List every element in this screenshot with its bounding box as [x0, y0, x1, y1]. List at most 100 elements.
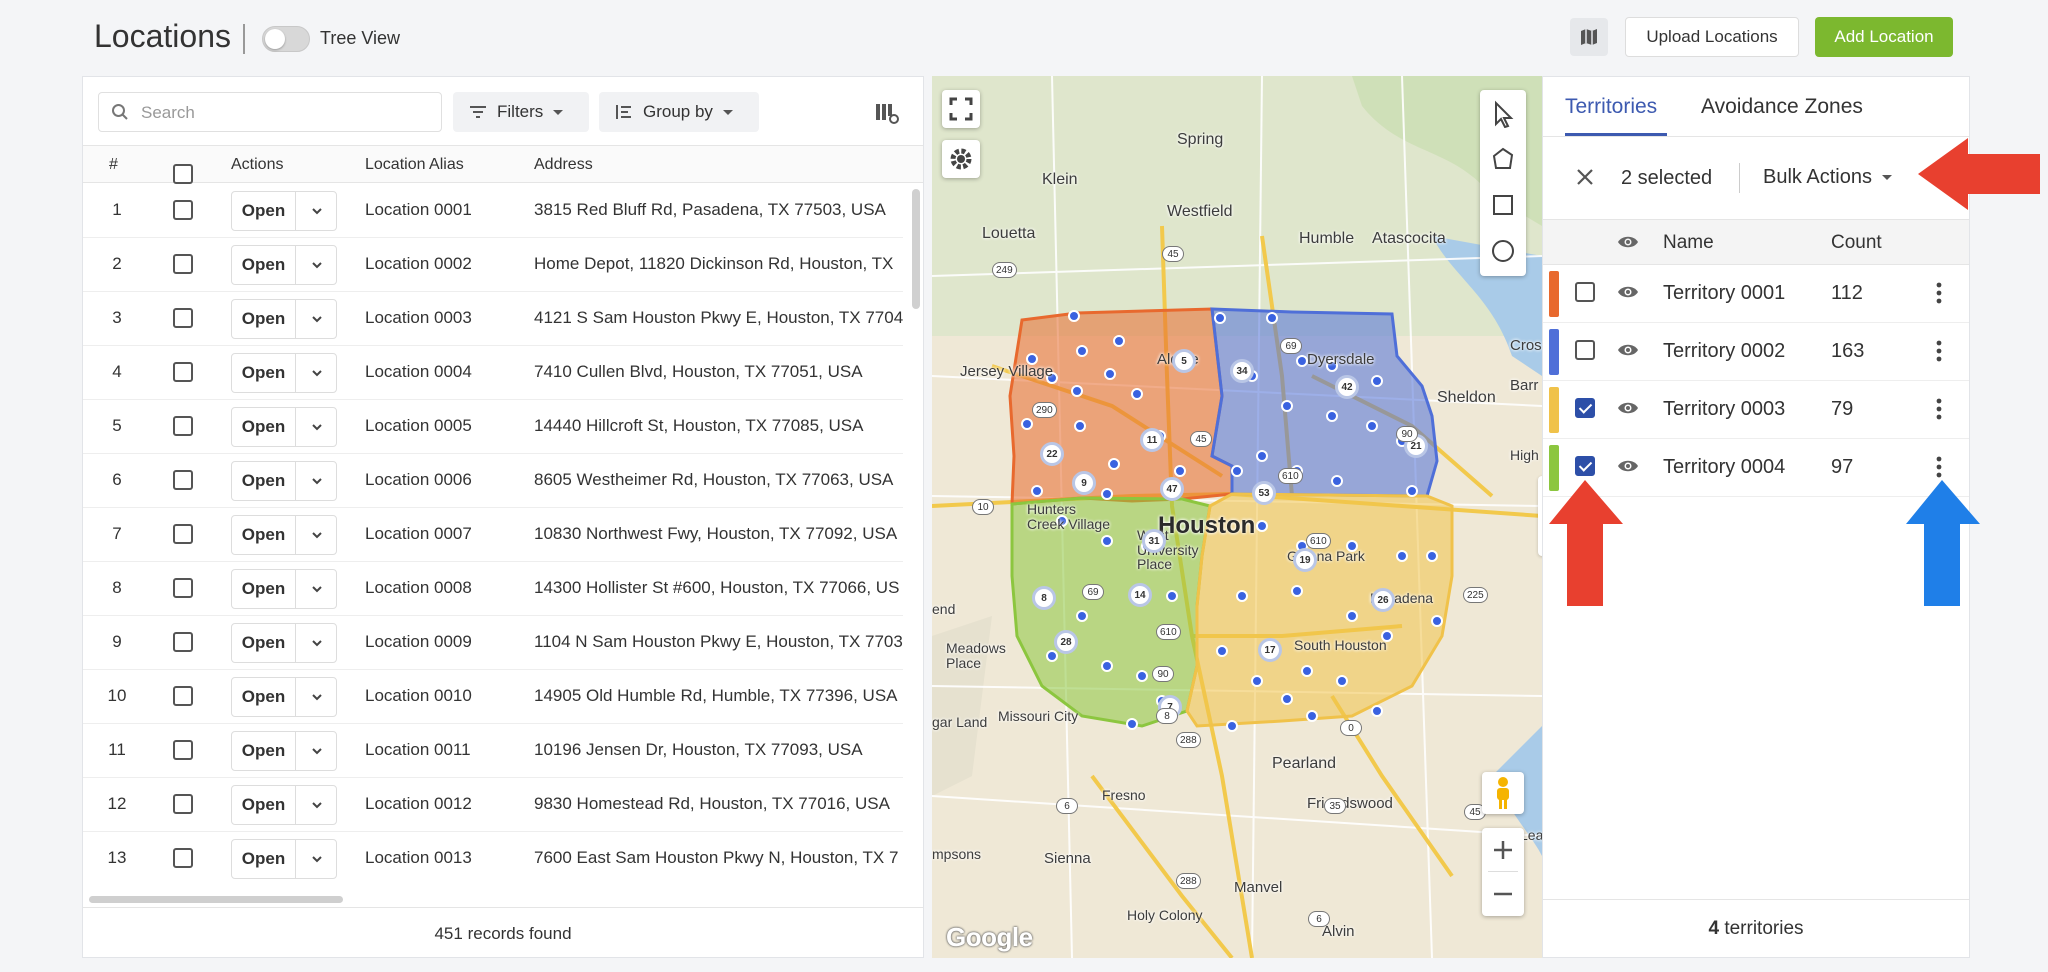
more-options-icon[interactable] [1936, 397, 1942, 421]
open-button[interactable]: Open [232, 786, 296, 824]
open-button[interactable]: Open [232, 570, 296, 608]
cluster-marker[interactable]: 34 [1230, 359, 1254, 383]
vertical-scrollbar[interactable] [912, 189, 920, 309]
group-by-button[interactable]: Group by [599, 92, 759, 132]
fullscreen-button[interactable] [942, 90, 980, 128]
street-view-button[interactable] [1482, 772, 1524, 814]
territory-checkbox[interactable] [1575, 282, 1595, 308]
territory-checkbox[interactable] [1575, 398, 1595, 424]
table-row[interactable]: 6 Open Location 0006 8605 Westheimer Rd, Ho… [83, 454, 903, 508]
pointer-tool-icon[interactable] [1490, 100, 1516, 128]
table-row[interactable]: 3 Open Location 0003 4121 S Sam Houston Pkw… [83, 292, 903, 346]
row-checkbox[interactable] [173, 740, 193, 765]
open-menu-button[interactable] [298, 408, 336, 446]
table-row[interactable]: 9 Open Location 0009 1104 N Sam Houston Pkw… [83, 616, 903, 670]
open-menu-button[interactable] [298, 570, 336, 608]
more-options-icon[interactable] [1936, 455, 1942, 479]
cluster-marker[interactable]: 17 [1258, 638, 1282, 662]
open-button[interactable]: Open [232, 516, 296, 554]
eye-icon[interactable] [1617, 342, 1639, 358]
row-checkbox[interactable] [173, 632, 193, 657]
table-row[interactable]: 1 Open Location 0001 3815 Red Bluff Rd, Pas… [83, 184, 903, 238]
cluster-marker[interactable]: 31 [1142, 529, 1166, 553]
cluster-marker[interactable]: 26 [1371, 588, 1395, 612]
open-menu-button[interactable] [298, 786, 336, 824]
open-menu-button[interactable] [298, 732, 336, 770]
territory-row[interactable]: Territory 0002 163 [1543, 323, 1969, 381]
open-menu-button[interactable] [298, 624, 336, 662]
open-button[interactable]: Open [232, 246, 296, 284]
tab-avoidance-zones[interactable]: Avoidance Zones [1701, 95, 1863, 119]
row-checkbox[interactable] [173, 686, 193, 711]
row-checkbox[interactable] [173, 200, 193, 225]
table-row[interactable]: 7 Open Location 0007 10830 Northwest Fwy, H… [83, 508, 903, 562]
map-view-button[interactable] [1570, 18, 1608, 56]
map-settings-button[interactable] [942, 140, 980, 178]
cluster-marker[interactable]: 9 [1072, 471, 1096, 495]
more-options-icon[interactable] [1936, 339, 1942, 363]
row-checkbox[interactable] [173, 308, 193, 333]
row-checkbox[interactable] [173, 848, 193, 873]
table-row[interactable]: 4 Open Location 0004 7410 Cullen Blvd, Hous… [83, 346, 903, 400]
open-menu-button[interactable] [298, 246, 336, 284]
eye-icon[interactable] [1617, 234, 1639, 250]
eye-icon[interactable] [1617, 284, 1639, 300]
more-options-icon[interactable] [1936, 281, 1942, 305]
table-row[interactable]: 13 Open Location 0013 7600 East Sam Houston… [83, 832, 903, 884]
cluster-marker[interactable]: 53 [1252, 481, 1276, 505]
row-checkbox[interactable] [173, 578, 193, 603]
row-checkbox[interactable] [173, 362, 193, 387]
open-button[interactable]: Open [232, 354, 296, 392]
territory-row[interactable]: Territory 0003 79 [1543, 381, 1969, 439]
open-button[interactable]: Open [232, 732, 296, 770]
search-input[interactable] [141, 100, 431, 126]
zoom-out-icon[interactable] [1482, 872, 1524, 916]
table-row[interactable]: 8 Open Location 0008 14300 Hollister St #60… [83, 562, 903, 616]
territory-checkbox[interactable] [1575, 340, 1595, 366]
open-button[interactable]: Open [232, 624, 296, 662]
territory-row[interactable]: Territory 0001 112 [1543, 265, 1969, 323]
open-button[interactable]: Open [232, 678, 296, 716]
eye-icon[interactable] [1617, 458, 1639, 474]
open-menu-button[interactable] [298, 462, 336, 500]
open-menu-button[interactable] [298, 516, 336, 554]
table-row[interactable]: 10 Open Location 0010 14905 Old Humble Rd, … [83, 670, 903, 724]
cluster-marker[interactable]: 28 [1054, 630, 1078, 654]
open-button[interactable]: Open [232, 462, 296, 500]
territory-row[interactable]: Territory 0004 97 [1543, 439, 1969, 497]
column-settings-icon[interactable] [873, 99, 901, 127]
upload-locations-button[interactable]: Upload Locations [1625, 17, 1799, 57]
cluster-marker[interactable]: 14 [1128, 583, 1152, 607]
close-icon[interactable] [1575, 167, 1595, 187]
open-button[interactable]: Open [232, 192, 296, 230]
row-checkbox[interactable] [173, 794, 193, 819]
table-row[interactable]: 5 Open Location 0005 14440 Hillcroft St, Ho… [83, 400, 903, 454]
cluster-marker[interactable]: 11 [1140, 428, 1164, 452]
open-menu-button[interactable] [298, 840, 336, 878]
tab-territories[interactable]: Territories [1565, 95, 1657, 119]
open-menu-button[interactable] [298, 354, 336, 392]
cluster-marker[interactable]: 8 [1032, 586, 1056, 610]
table-row[interactable]: 11 Open Location 0011 10196 Jensen Dr, Hous… [83, 724, 903, 778]
cluster-marker[interactable]: 19 [1293, 548, 1317, 572]
row-checkbox[interactable] [173, 524, 193, 549]
cluster-marker[interactable]: 42 [1335, 375, 1359, 399]
rectangle-tool-icon[interactable] [1490, 192, 1516, 218]
row-checkbox[interactable] [173, 416, 193, 441]
filters-button[interactable]: Filters [453, 92, 589, 132]
open-menu-button[interactable] [298, 300, 336, 338]
open-button[interactable]: Open [232, 408, 296, 446]
cluster-marker[interactable]: 22 [1040, 442, 1064, 466]
zoom-in-icon[interactable] [1482, 828, 1524, 872]
polygon-tool-icon[interactable] [1490, 146, 1516, 172]
bulk-actions-button[interactable]: Bulk Actions [1763, 166, 1892, 189]
open-button[interactable]: Open [232, 840, 296, 878]
eye-icon[interactable] [1617, 400, 1639, 416]
open-menu-button[interactable] [298, 192, 336, 230]
add-location-button[interactable]: Add Location [1815, 17, 1953, 57]
table-row[interactable]: 12 Open Location 0012 9830 Homestead Rd, Ho… [83, 778, 903, 832]
open-menu-button[interactable] [298, 678, 336, 716]
territory-checkbox[interactable] [1575, 456, 1595, 482]
cluster-marker[interactable]: 5 [1172, 349, 1196, 373]
map-view[interactable]: Spring Klein Westfield Louetta Humble Atascoc… [932, 76, 1542, 958]
